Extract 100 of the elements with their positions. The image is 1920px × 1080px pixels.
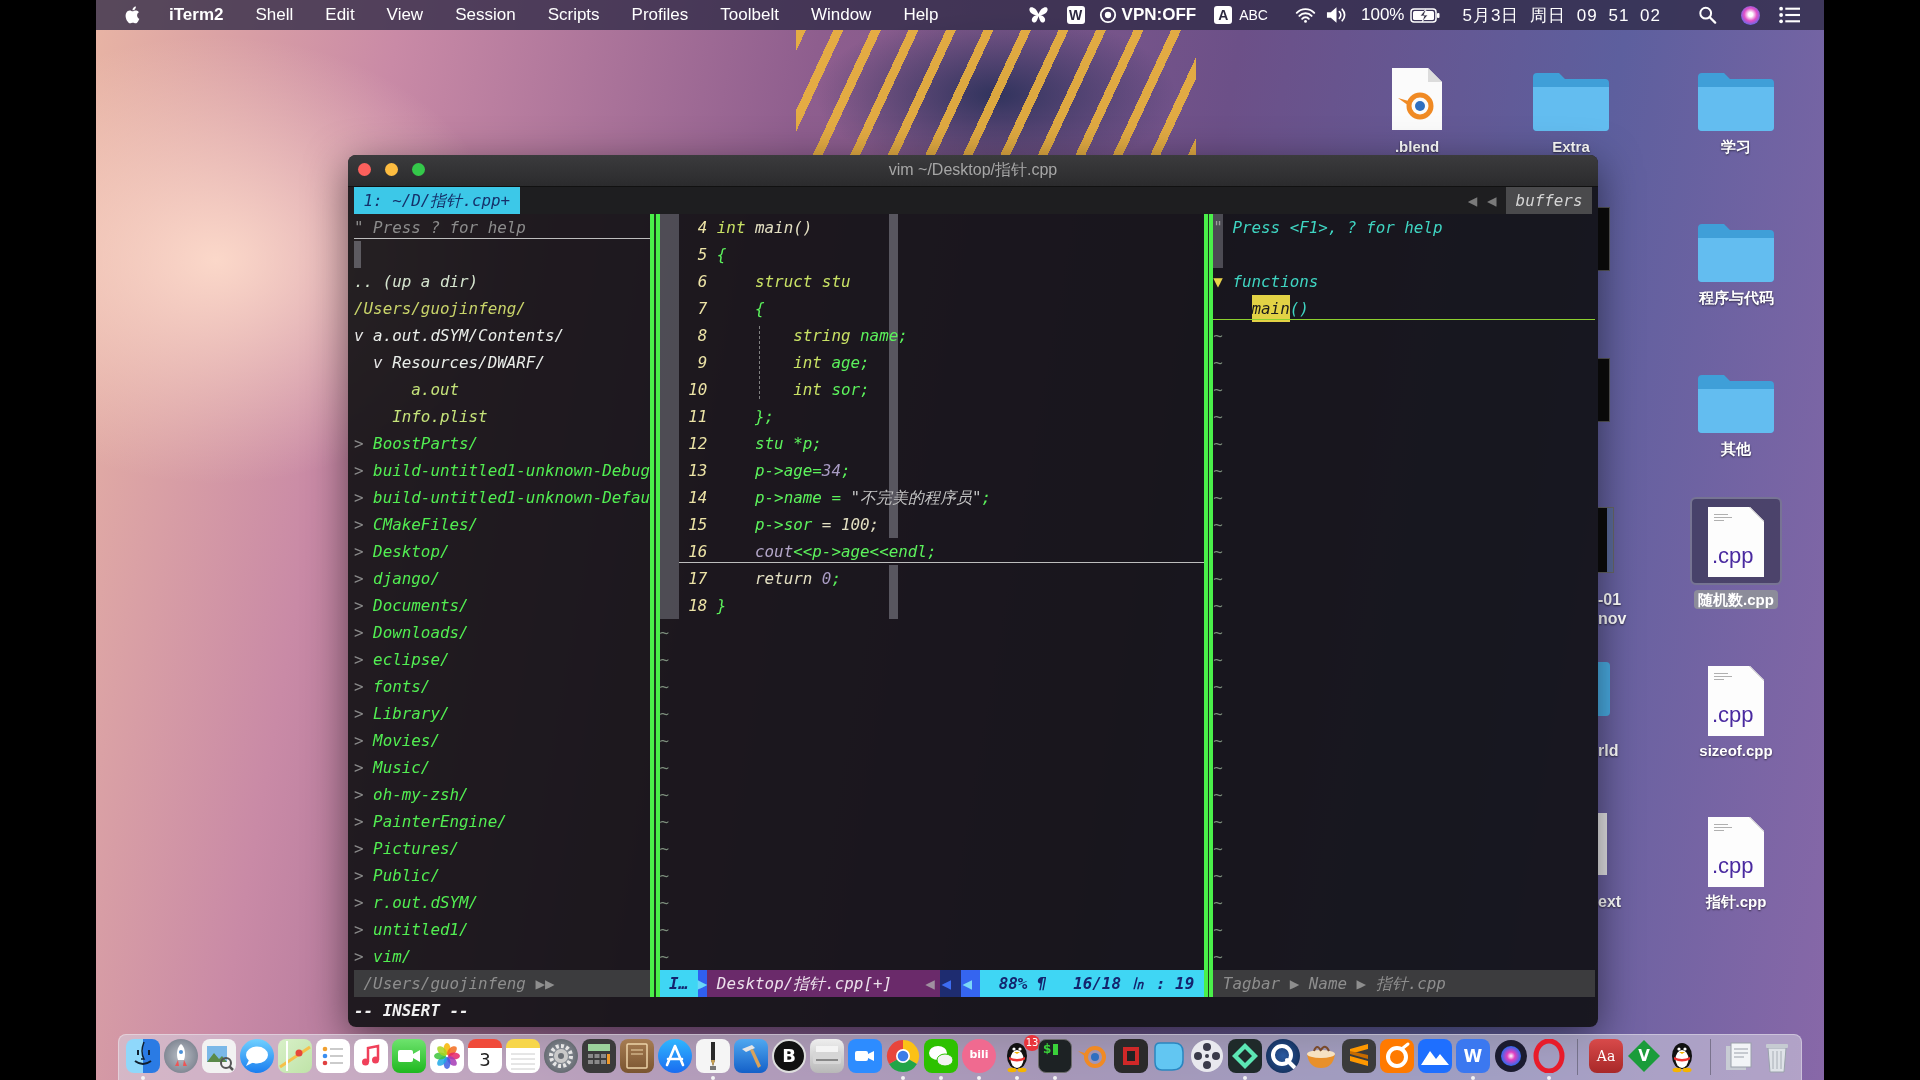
tree-toggle[interactable]: >: [354, 889, 364, 916]
volume-icon[interactable]: [1326, 6, 1347, 24]
book-icon[interactable]: [620, 1039, 654, 1073]
diamond-icon[interactable]: V: [1627, 1039, 1661, 1073]
wifi-icon[interactable]: [1295, 6, 1316, 24]
tab[interactable]: 1: ~/D/指针.cpp+: [354, 187, 520, 214]
smiling-face-icon[interactable]: [126, 1039, 160, 1073]
icon-label[interactable]: rld: [1598, 741, 1619, 760]
icon-label[interactable]: -01: [1598, 590, 1622, 609]
zoom-button[interactable]: [412, 163, 425, 176]
folder-icon[interactable]: [1696, 372, 1776, 434]
video-camera-icon[interactable]: [848, 1039, 882, 1073]
tree-item[interactable]: Resources/DWARF/: [392, 349, 545, 376]
icon-label[interactable]: 学习: [1717, 137, 1755, 156]
document-icon[interactable]: .cpp: [1708, 666, 1764, 736]
checklist-icon[interactable]: [316, 1039, 350, 1073]
butterfly-icon[interactable]: [1027, 6, 1049, 24]
tree-toggle[interactable]: >: [354, 592, 364, 619]
notepad-icon[interactable]: [506, 1039, 540, 1073]
calendar-icon[interactable]: 3: [468, 1039, 502, 1073]
tree-toggle[interactable]: >: [354, 511, 364, 538]
list-icon[interactable]: [1779, 6, 1800, 24]
apple-icon[interactable]: [124, 5, 141, 25]
icon-label[interactable]: Extra: [1548, 137, 1594, 156]
tree-item[interactable]: CMakeFiles/: [373, 511, 479, 538]
partial-thumbnail-icon[interactable]: [1598, 507, 1614, 573]
folder-icon[interactable]: [1531, 70, 1611, 132]
icon-label[interactable]: ext: [1598, 892, 1622, 911]
triangle-icon[interactable]: ▼: [1213, 268, 1223, 295]
buffers-label[interactable]: buffers: [1506, 187, 1592, 214]
tree-item[interactable]: BoostParts/: [373, 430, 479, 457]
menu-item[interactable]: Session: [455, 5, 516, 25]
icon-label[interactable]: 其他: [1717, 439, 1755, 458]
hammer-icon[interactable]: [734, 1039, 768, 1073]
tag-group[interactable]: functions: [1232, 268, 1319, 295]
close-button[interactable]: [358, 163, 371, 176]
tree-item[interactable]: eclipse/: [373, 646, 450, 673]
tree-item[interactable]: Pictures/: [373, 835, 460, 862]
clock[interactable]: 5月3日 周日 09 51 02: [1462, 3, 1661, 27]
tree-toggle[interactable]: >: [354, 673, 364, 700]
icon-label[interactable]: sizeof.cpp: [1695, 741, 1777, 760]
tree-item[interactable]: PainterEngine/: [373, 808, 507, 835]
tree-item[interactable]: a.out.dSYM/Contents/: [373, 322, 565, 349]
partial-thumbnail-icon[interactable]: [1598, 207, 1610, 271]
tag-name[interactable]: main: [1251, 295, 1290, 322]
tree-root[interactable]: /Users/guojinfeng/: [354, 295, 526, 322]
tree-toggle[interactable]: v: [373, 349, 383, 376]
folder-icon[interactable]: [1696, 70, 1776, 132]
icon-label[interactable]: nov: [1598, 609, 1627, 628]
tree-toggle[interactable]: >: [354, 808, 364, 835]
calculator-icon[interactable]: [582, 1039, 616, 1073]
tree-item[interactable]: Desktop/: [373, 538, 450, 565]
document-icon[interactable]: .cpp: [1708, 507, 1764, 577]
crossed-sticks-icon[interactable]: [658, 1039, 692, 1073]
tree-toggle[interactable]: >: [354, 862, 364, 889]
ring-tail-icon[interactable]: [1266, 1039, 1300, 1073]
menu-item[interactable]: Help: [903, 5, 939, 25]
document-icon[interactable]: .cpp: [1708, 817, 1764, 887]
film-reel-icon[interactable]: [1190, 1039, 1224, 1073]
chat-bubble-icon[interactable]: [240, 1039, 274, 1073]
minimize-button[interactable]: [385, 163, 398, 176]
music-note-icon[interactable]: [354, 1039, 388, 1073]
map-icon[interactable]: [278, 1039, 312, 1073]
flower-icon[interactable]: [430, 1039, 464, 1073]
letter-box-icon[interactable]: A: [1214, 6, 1233, 24]
gear-icon[interactable]: [544, 1039, 578, 1073]
tree-item[interactable]: fonts/: [373, 673, 431, 700]
menu-item[interactable]: Scripts: [547, 5, 600, 25]
triangle-icon[interactable]: ◀ ◀: [1467, 187, 1507, 214]
tree-toggle[interactable]: >: [354, 943, 364, 970]
tree-item[interactable]: .. (up a dir): [354, 268, 479, 295]
vpn-status[interactable]: VPN:OFF: [1121, 5, 1197, 25]
menu-item[interactable]: View: [386, 5, 424, 25]
picture-icon[interactable]: [202, 1039, 236, 1073]
coin-icon[interactable]: B: [772, 1039, 806, 1073]
terminal-icon[interactable]: $: [1038, 1039, 1072, 1073]
partial-thumbnail-icon[interactable]: [1598, 358, 1610, 422]
icon-label[interactable]: .blend: [1390, 137, 1444, 156]
dark-tile-icon[interactable]: [1114, 1039, 1148, 1073]
tree-item[interactable]: r.out.dSYM/: [373, 889, 479, 916]
tree-item[interactable]: untitled1/: [373, 916, 469, 943]
tree-toggle[interactable]: >: [354, 646, 364, 673]
mountains-icon[interactable]: [1418, 1039, 1452, 1073]
tree-item[interactable]: Documents/: [373, 592, 469, 619]
battery-percentage[interactable]: 100%: [1361, 5, 1405, 25]
tree-toggle[interactable]: >: [354, 619, 364, 646]
tree-toggle[interactable]: >: [354, 430, 364, 457]
tree-toggle[interactable]: >: [354, 781, 364, 808]
chat-bubbles-icon[interactable]: [924, 1039, 958, 1073]
tree-toggle[interactable]: >: [354, 754, 364, 781]
stripes-icon[interactable]: [1342, 1039, 1376, 1073]
folder-icon[interactable]: [1696, 221, 1776, 283]
tree-item[interactable]: build-untitled1-unknown-Debug: [373, 457, 650, 484]
menu-item[interactable]: Profiles: [631, 5, 689, 25]
orb-icon[interactable]: [1494, 1039, 1528, 1073]
tree-toggle[interactable]: >: [354, 565, 364, 592]
tree-item[interactable]: build-untitled1-unknown-Defau: [373, 484, 650, 511]
tree-item[interactable]: Info.plist: [392, 403, 488, 430]
tree-item[interactable]: Public/: [373, 862, 440, 889]
tree-toggle[interactable]: >: [354, 538, 364, 565]
